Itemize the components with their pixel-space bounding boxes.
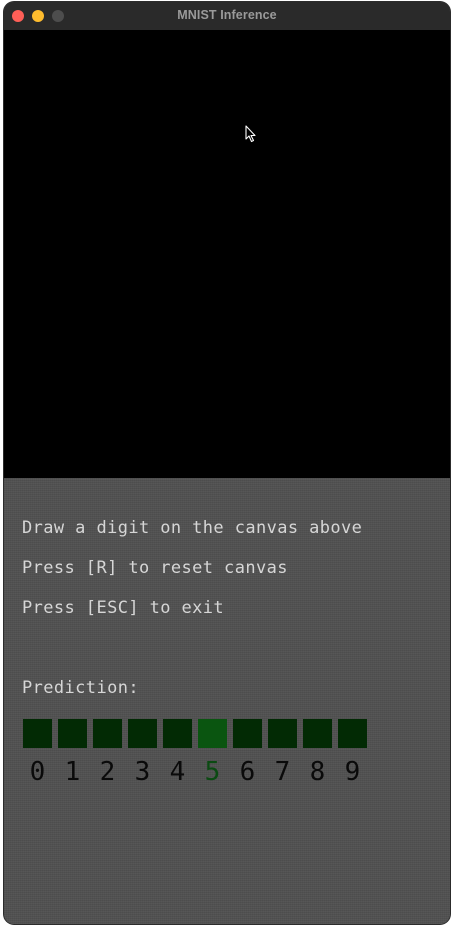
prediction-box-4	[163, 719, 192, 748]
digit-label-5: 5	[204, 757, 221, 787]
prediction-box-3	[128, 719, 157, 748]
digit-label-8: 8	[309, 757, 326, 787]
mouse-pointer-icon	[245, 125, 256, 143]
prediction-box-9	[338, 719, 367, 748]
digit-label-1: 1	[64, 757, 81, 787]
digit-label-3: 3	[134, 757, 151, 787]
prediction-box-2	[93, 719, 122, 748]
digit-label-2: 2	[99, 757, 116, 787]
digit-label-4: 4	[169, 757, 186, 787]
app-window: MNIST Inference Draw a digit on the canv…	[4, 2, 450, 924]
title-bar: MNIST Inference	[4, 2, 450, 31]
digit-label-6: 6	[239, 757, 256, 787]
prediction-box-6	[233, 719, 262, 748]
prediction-box-8	[303, 719, 332, 748]
window-title: MNIST Inference	[177, 8, 277, 22]
digit-label-0: 0	[29, 757, 46, 787]
prediction-box-7	[268, 719, 297, 748]
prediction-box-0	[23, 719, 52, 748]
exit-instruction: Press [ESC] to exit	[22, 598, 225, 618]
drawing-canvas[interactable]	[4, 30, 450, 478]
info-panel: Draw a digit on the canvas above Press […	[4, 478, 450, 924]
prediction-box-5	[198, 719, 227, 748]
digit-label-9: 9	[344, 757, 361, 787]
reset-instruction: Press [R] to reset canvas	[22, 558, 288, 578]
digit-label-7: 7	[274, 757, 291, 787]
prediction-label: Prediction:	[22, 678, 139, 698]
draw-instruction: Draw a digit on the canvas above	[22, 518, 363, 538]
prediction-box-1	[58, 719, 87, 748]
